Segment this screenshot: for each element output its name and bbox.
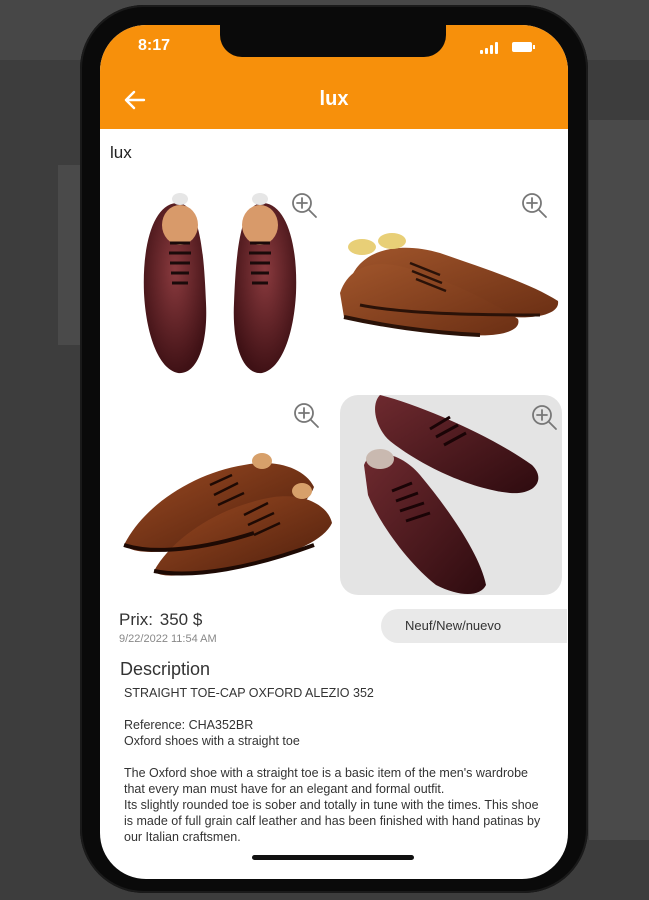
zoom-in-icon[interactable] <box>292 401 320 429</box>
burgundy-wholecut-oxford-pair <box>364 395 539 594</box>
product-image-2[interactable] <box>340 183 562 383</box>
product-image-1[interactable] <box>114 183 336 383</box>
price-value: 350 $ <box>159 610 203 629</box>
zoom-in-icon[interactable] <box>520 191 548 219</box>
background-blur-right <box>589 120 649 840</box>
signal-icon <box>480 42 500 54</box>
price-label: Prix: <box>119 610 153 629</box>
description-body: STRAIGHT TOE-CAP OXFORD ALEZIO 352 Refer… <box>124 685 544 845</box>
app-bar: lux <box>100 73 568 129</box>
description-subtitle: Oxford shoes with a straight toe <box>124 734 300 748</box>
app-title: lux <box>319 88 349 110</box>
condition-badge: Neuf/New/nuevo <box>381 609 567 643</box>
product-image-3[interactable] <box>114 395 336 595</box>
zoom-in-icon[interactable] <box>290 191 318 219</box>
description-reference: Reference: CHA352BR <box>124 718 254 732</box>
price: Prix: 350 $ <box>119 610 202 630</box>
zoom-in-icon[interactable] <box>530 403 558 431</box>
product-image-4[interactable] <box>340 395 562 595</box>
page-label: lux <box>110 143 132 162</box>
status-time: 8:17 <box>138 37 171 54</box>
battery-icon <box>512 42 535 52</box>
description-paragraph-1: The Oxford shoe with a straight toe is a… <box>124 766 528 796</box>
phone-screen: 8:17 lux lux Prix: 350 $ 9/22/2022 11:54… <box>100 25 568 879</box>
phone-frame: 8:17 lux lux Prix: 350 $ 9/22/2022 11:54… <box>80 5 588 893</box>
phone-notch <box>220 25 446 57</box>
home-indicator[interactable] <box>252 855 414 860</box>
listing-date: 9/22/2022 11:54 AM <box>119 633 217 645</box>
description-title: STRAIGHT TOE-CAP OXFORD ALEZIO 352 <box>124 686 374 700</box>
description-paragraph-2: Its slightly rounded toe is sober and to… <box>124 798 541 844</box>
description-heading: Description <box>120 659 211 679</box>
